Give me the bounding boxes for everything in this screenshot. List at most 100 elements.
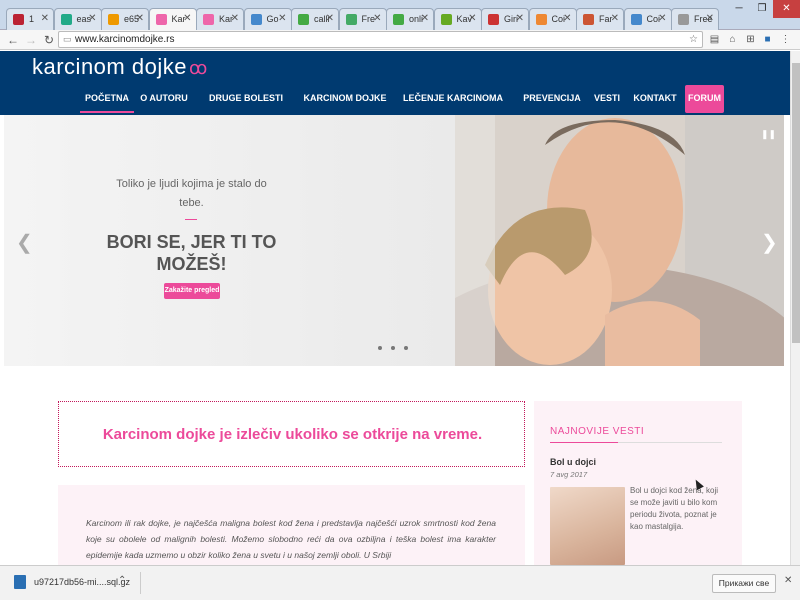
download-bar: u97217db56-mi....sql.gz ⌃ Прикажи све ✕ xyxy=(0,565,800,600)
menu-icon[interactable]: ⋮ xyxy=(779,33,792,46)
browser-tab[interactable]: Kar ✕ xyxy=(196,8,244,30)
tagline: Karcinom dojke je izlečiv ukoliko se otk… xyxy=(102,426,483,443)
download-filename[interactable]: u97217db56-mi....sql.gz xyxy=(34,577,130,587)
close-tab-icon[interactable]: ✕ xyxy=(136,13,144,24)
favicon-icon xyxy=(60,14,72,25)
page-icon: ▭ xyxy=(63,34,72,44)
nav-item[interactable]: VESTI xyxy=(587,85,627,113)
tagline-box: Karcinom dojke je izlečiv ukoliko se otk… xyxy=(58,401,525,467)
close-tab-icon[interactable]: ✕ xyxy=(706,13,714,24)
favicon-icon xyxy=(108,14,119,25)
extension-icon[interactable]: ⊞ xyxy=(744,33,757,46)
close-tab-icon[interactable]: ✕ xyxy=(373,13,381,24)
hero-subtitle: Toliko je ljudi kojima je stalo do tebe. xyxy=(116,178,267,209)
tab-label: Go xyxy=(266,14,279,24)
main-content: Karcinom dojke je izlečiv ukoliko se otk… xyxy=(58,401,525,565)
news-item-title[interactable]: Bol u dojci xyxy=(550,457,596,467)
show-all-downloads-button[interactable]: Прикажи све xyxy=(712,574,776,593)
browser-tab[interactable]: e65 ✕ xyxy=(101,8,149,30)
intro-box: Karcinom ili rak dojke, je najčešća mali… xyxy=(58,485,525,565)
close-tab-icon[interactable]: ✕ xyxy=(563,13,571,24)
close-tab-icon[interactable]: ✕ xyxy=(231,13,239,24)
website: karcinom dojke ꝏ POČETNA O AUTORU DRUGE BOL… xyxy=(0,51,790,565)
browser-tab[interactable]: Coi ✕ xyxy=(623,8,672,30)
favicon-icon xyxy=(203,14,214,25)
browser-tab[interactable]: Free ✕ xyxy=(671,8,719,30)
pink-ribbon-icon: ꝏ xyxy=(188,58,208,78)
book-appointment-button[interactable]: Zakažite pregled xyxy=(164,283,220,299)
close-tab-icon[interactable]: ✕ xyxy=(611,13,619,24)
news-item-image[interactable] xyxy=(550,487,625,565)
tab-label: 1 xyxy=(29,14,35,24)
slide-dot[interactable] xyxy=(378,346,382,350)
close-tab-icon[interactable]: ✕ xyxy=(278,13,286,24)
divider xyxy=(140,572,141,594)
browser-tab[interactable]: eas ✕ xyxy=(53,8,102,30)
file-icon xyxy=(14,575,26,589)
scrollbar-thumb[interactable] xyxy=(792,63,800,343)
nav-item[interactable]: POČETNA xyxy=(80,85,134,113)
nav-item[interactable]: FORUM xyxy=(685,85,724,113)
slide-dot[interactable] xyxy=(404,346,408,350)
prev-slide-arrow-icon[interactable]: ❮ xyxy=(16,230,33,255)
close-tab-icon[interactable]: ✕ xyxy=(326,13,334,24)
favicon-icon xyxy=(393,14,404,25)
maximize-button[interactable]: ❐ xyxy=(751,0,773,18)
favicon-icon xyxy=(298,14,309,25)
favicon-icon xyxy=(250,14,262,25)
reload-button[interactable]: ↻ xyxy=(41,32,57,48)
browser-tab[interactable]: 1 ✕ xyxy=(6,8,54,30)
news-sidebar: NAJNOVIJE VESTI Bol u dojci 7 avg 2017 B… xyxy=(534,401,742,565)
close-tab-icon[interactable]: ✕ xyxy=(468,13,476,24)
hero-divider xyxy=(185,219,197,220)
intro-text: Karcinom ili rak dojke, je najčešća mali… xyxy=(86,518,496,560)
address-bar[interactable]: ▭ www.karcinomdojke.rs ☆ xyxy=(58,31,703,48)
close-tab-icon[interactable]: ✕ xyxy=(658,13,666,24)
favicon-icon xyxy=(155,14,167,25)
close-tab-icon[interactable]: ✕ xyxy=(516,13,524,24)
nav-item[interactable]: KONTAKT xyxy=(630,85,680,113)
favicon-icon xyxy=(583,14,594,25)
favicon-icon xyxy=(13,14,24,25)
close-tab-icon[interactable]: ✕ xyxy=(88,13,96,24)
next-slide-arrow-icon[interactable]: ❯ xyxy=(761,230,778,255)
browser-tab[interactable]: calli ✕ xyxy=(291,8,339,30)
browser-tab[interactable]: Kar ✕ xyxy=(148,8,197,30)
browser-tab[interactable]: Far ✕ xyxy=(576,8,624,30)
favicon-icon xyxy=(535,14,547,25)
slide-dot[interactable] xyxy=(391,346,395,350)
extension-icon[interactable]: ■ xyxy=(761,33,774,46)
browser-tab[interactable]: onli ✕ xyxy=(386,8,434,30)
news-heading: NAJNOVIJE VESTI xyxy=(550,426,645,437)
browser-tab[interactable]: Fre ✕ xyxy=(338,8,387,30)
nav-item[interactable]: LEČENJE KARCINOMA DOJKE xyxy=(391,85,515,129)
bookmark-star-icon[interactable]: ☆ xyxy=(689,32,698,47)
nav-item[interactable]: DRUGE BOLESTI DOJKE xyxy=(196,85,296,129)
browser-tab[interactable]: Giri ✕ xyxy=(481,8,529,30)
hero-title: BORI SE, JER TI TO MOŽEŠ! xyxy=(106,232,277,274)
nav-item[interactable]: PREVENCIJA xyxy=(520,85,584,113)
back-button[interactable]: ← xyxy=(5,32,21,48)
extension-icon[interactable]: ▤ xyxy=(708,33,721,46)
page-scrollbar[interactable] xyxy=(790,51,800,565)
close-window-button[interactable]: ✕ xyxy=(773,0,800,18)
news-item-excerpt: Bol u dojci kod žena, koji se može javit… xyxy=(630,486,719,531)
close-tab-icon[interactable]: ✕ xyxy=(41,13,49,24)
nav-item[interactable]: O AUTORU xyxy=(136,85,192,113)
url-text: www.karcinomdojke.rs xyxy=(75,34,175,45)
browser-tab[interactable]: Go ✕ xyxy=(243,8,292,30)
browser-tab[interactable]: Kav ✕ xyxy=(433,8,482,30)
pause-icon[interactable]: ❚❚ xyxy=(761,129,776,140)
nav-item[interactable]: KARCINOM DOJKE xyxy=(302,85,388,113)
minimize-button[interactable]: ─ xyxy=(727,0,751,18)
close-tab-icon[interactable]: ✕ xyxy=(421,13,429,24)
favicon-icon xyxy=(678,14,689,25)
browser-tab[interactable]: Coi ✕ xyxy=(528,8,577,30)
close-tab-icon[interactable]: ✕ xyxy=(183,13,191,24)
close-icon[interactable]: ✕ xyxy=(784,575,792,586)
favicon-icon xyxy=(488,14,499,25)
site-logo[interactable]: karcinom dojke ꝏ xyxy=(32,54,208,80)
forward-button[interactable]: → xyxy=(23,32,39,48)
extension-icon[interactable]: ⌂ xyxy=(726,33,739,46)
chevron-up-icon[interactable]: ⌃ xyxy=(118,575,126,586)
